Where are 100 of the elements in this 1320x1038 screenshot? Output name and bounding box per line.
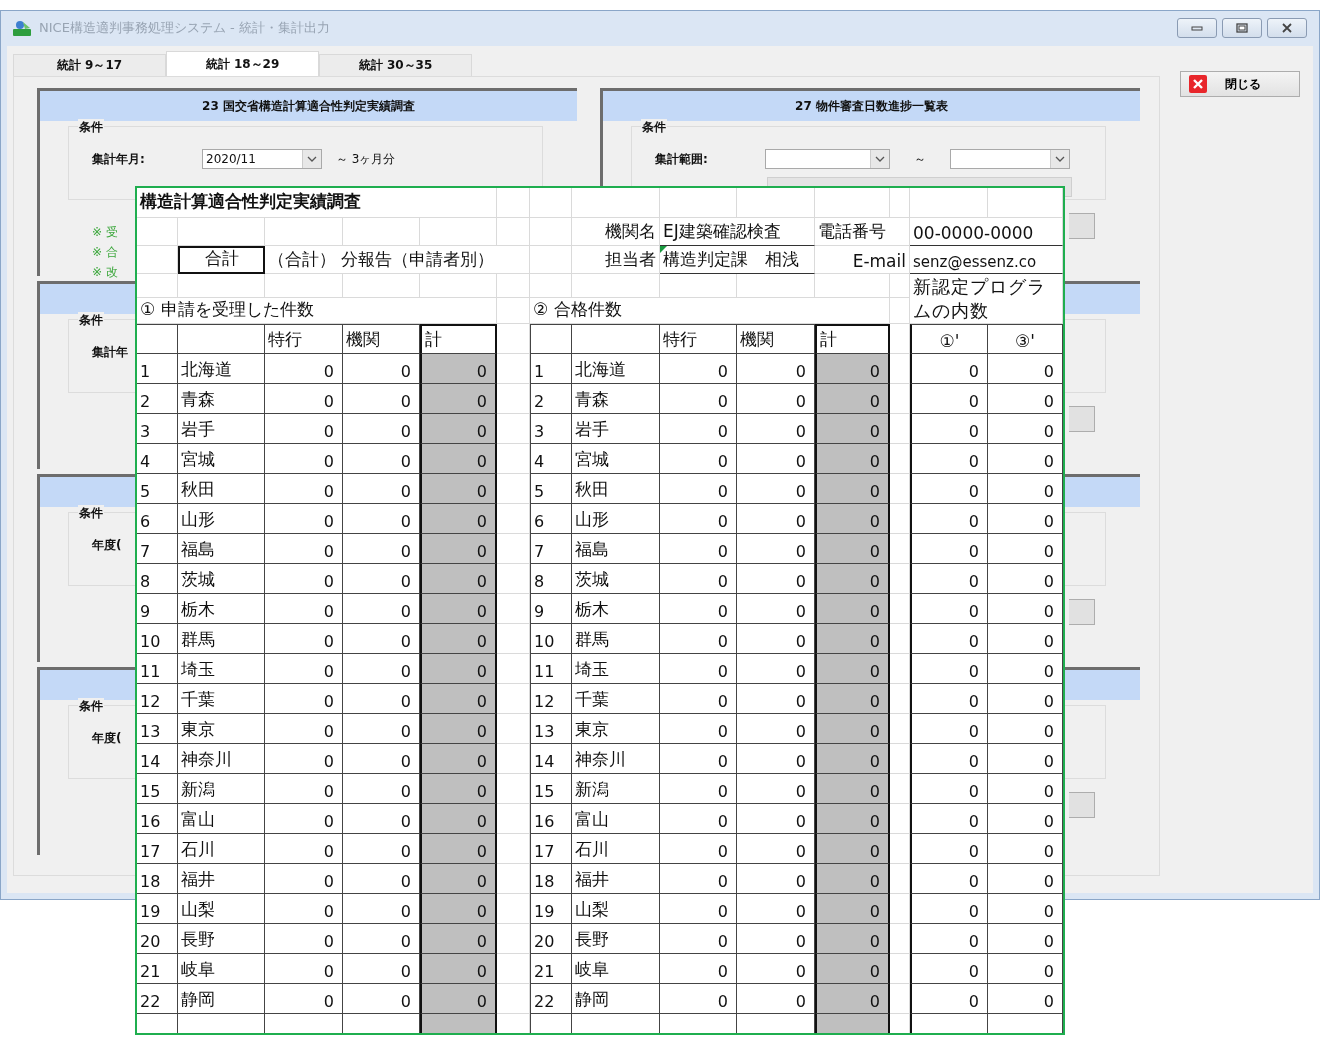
table-cell: 0 <box>988 534 1063 564</box>
grid-cell <box>890 684 910 714</box>
table-cell: 0 <box>815 744 890 774</box>
grid-cell <box>890 984 910 1014</box>
table-cell: 0 <box>420 744 497 774</box>
grid-cell <box>890 298 910 324</box>
grid-cell <box>497 654 530 684</box>
table-cell: 0 <box>988 864 1063 894</box>
row-number: 19 <box>530 894 572 924</box>
field-value: 構造判定課 相浅 <box>660 246 815 274</box>
row-number: 4 <box>530 444 572 474</box>
row-number: 17 <box>137 834 178 864</box>
row-number: 14 <box>137 744 178 774</box>
grid-cell <box>890 564 910 594</box>
row-number: 5 <box>530 474 572 504</box>
grid-cell <box>890 804 910 834</box>
grid-cell <box>890 444 910 474</box>
table-cell: 秋田 <box>178 474 265 504</box>
table-cell: 0 <box>420 354 497 384</box>
field-label: 集計年 <box>92 343 128 361</box>
row-number: 3 <box>530 414 572 444</box>
row-number: 4 <box>137 444 178 474</box>
table-cell: 0 <box>815 504 890 534</box>
table-cell: 0 <box>910 444 988 474</box>
table-cell: 0 <box>660 744 737 774</box>
table-cell: 0 <box>815 984 890 1014</box>
grid-cell <box>530 188 572 218</box>
row-number: 19 <box>137 894 178 924</box>
row-number: 16 <box>530 804 572 834</box>
group-label: 条件 <box>78 698 104 715</box>
grid-cell <box>890 504 910 534</box>
table-cell: 山梨 <box>178 894 265 924</box>
table-cell: 0 <box>910 354 988 384</box>
table-cell: 0 <box>988 744 1063 774</box>
row-number: 7 <box>530 534 572 564</box>
table-cell: 0 <box>910 744 988 774</box>
maximize-button[interactable] <box>1222 18 1262 38</box>
table-cell: 0 <box>988 984 1063 1014</box>
table-cell: 0 <box>420 384 497 414</box>
row-number: 10 <box>530 624 572 654</box>
section-title: ① 申請を受理した件数 <box>137 298 497 324</box>
table-cell: 0 <box>910 834 988 864</box>
dropdown[interactable]: 2020/11 <box>202 149 322 169</box>
table-cell: 0 <box>265 834 343 864</box>
table-cell: 岩手 <box>178 414 265 444</box>
grid-cell <box>497 894 530 924</box>
table-cell: 石川 <box>572 834 660 864</box>
action-button[interactable] <box>1069 213 1095 239</box>
minimize-button[interactable] <box>1177 18 1217 38</box>
tab[interactable]: 統計 9～17 <box>13 54 166 76</box>
table-cell: 0 <box>910 654 988 684</box>
group-label: 条件 <box>78 505 104 522</box>
table-cell: 0 <box>265 954 343 984</box>
table-cell: 0 <box>420 954 497 984</box>
table-cell: 0 <box>988 894 1063 924</box>
grid-cell <box>497 298 530 324</box>
close-button[interactable]: 閉じる <box>1180 71 1300 97</box>
table-cell: 0 <box>420 864 497 894</box>
grid-cell <box>530 218 572 246</box>
action-button[interactable] <box>1069 406 1095 432</box>
table-cell: 山形 <box>572 504 660 534</box>
field-label: 集計範囲: <box>655 150 709 168</box>
grid-cell <box>890 774 910 804</box>
minimize-icon <box>1191 24 1203 32</box>
tab[interactable]: 統計 30～35 <box>319 54 472 76</box>
table-cell: 0 <box>815 534 890 564</box>
table-cell: 0 <box>910 684 988 714</box>
table-cell: 0 <box>265 804 343 834</box>
table-cell <box>530 324 572 354</box>
tab[interactable]: 統計 18～29 <box>166 51 319 76</box>
dropdown[interactable] <box>765 149 890 169</box>
action-button[interactable] <box>1069 792 1095 818</box>
table-cell: 0 <box>660 954 737 984</box>
grid-cell <box>137 218 178 246</box>
row-number: 12 <box>530 684 572 714</box>
table-cell: 栃木 <box>178 594 265 624</box>
table-cell: 0 <box>815 594 890 624</box>
action-button[interactable] <box>1069 599 1095 625</box>
comment-marker <box>660 246 667 253</box>
table-cell: 神奈川 <box>178 744 265 774</box>
dropdown[interactable] <box>950 149 1070 169</box>
table-cell: 0 <box>910 864 988 894</box>
note-text: ※ 合 <box>92 244 118 261</box>
grid-cell <box>530 274 572 298</box>
table-cell: 0 <box>815 774 890 804</box>
grid-cell <box>497 564 530 594</box>
table-cell: 0 <box>910 564 988 594</box>
table-cell: 0 <box>910 924 988 954</box>
table-cell: 青森 <box>178 384 265 414</box>
table-cell: 静岡 <box>572 984 660 1014</box>
table-cell: 0 <box>660 444 737 474</box>
table-cell: 0 <box>910 774 988 804</box>
close-window-button[interactable] <box>1267 18 1307 38</box>
grid-cell <box>890 744 910 774</box>
column-header: ①' <box>910 324 988 354</box>
table-cell: 0 <box>815 654 890 684</box>
grid-cell <box>890 534 910 564</box>
table-cell: 山梨 <box>572 894 660 924</box>
row-number: 10 <box>137 624 178 654</box>
app-icon <box>11 19 33 37</box>
